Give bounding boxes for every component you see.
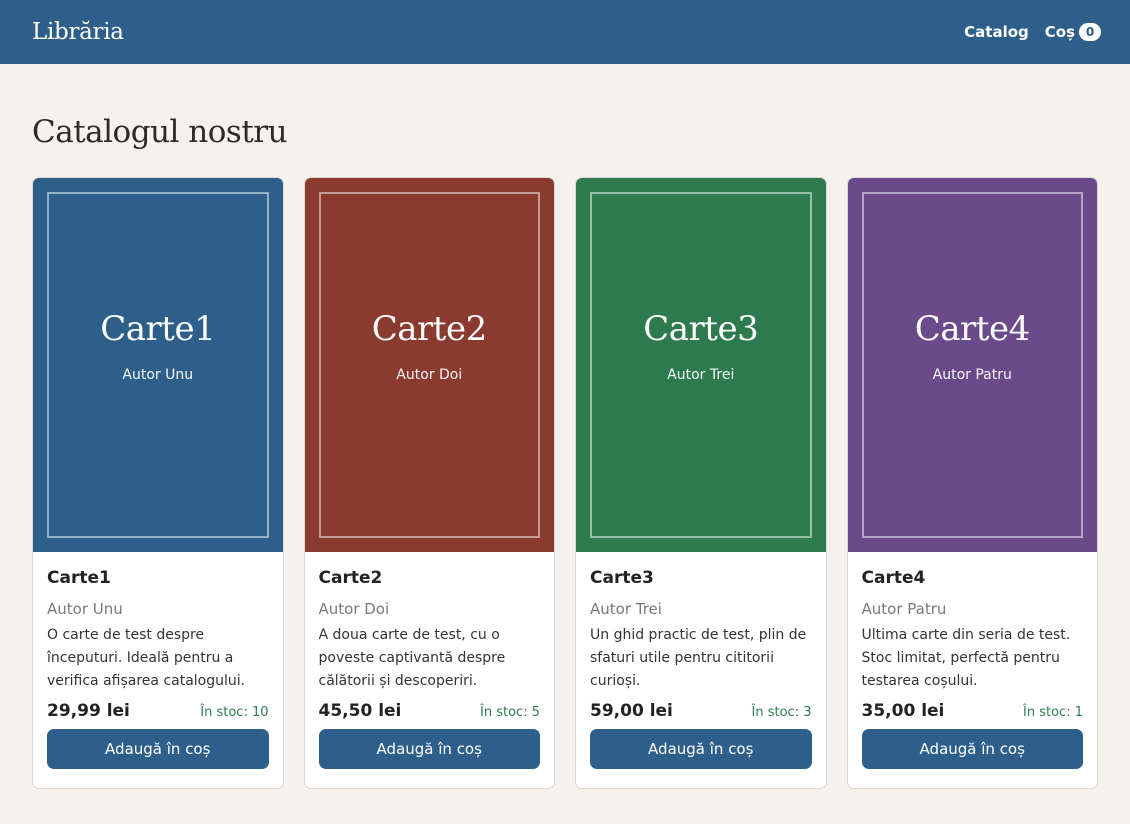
book-description: O carte de test despre începuturi. Ideal… xyxy=(47,627,246,689)
nav-link-cart[interactable]: Coș 0 xyxy=(1045,23,1101,41)
book-info: Carte1 Autor Unu O carte de test despre … xyxy=(33,552,283,788)
nav-link-catalog[interactable]: Catalog xyxy=(964,23,1029,41)
book-author: Autor Unu xyxy=(47,600,123,618)
cover-frame xyxy=(590,192,812,538)
book-description: A doua carte de test, cu o poveste capti… xyxy=(318,627,506,689)
book-cover[interactable]: Carte4 Autor Patru xyxy=(847,178,1097,552)
cover-author: Autor Doi xyxy=(396,367,463,383)
book-title[interactable]: Carte2 xyxy=(319,568,541,588)
book-card: Carte1 Autor Unu Carte1 Autor Unu O cart… xyxy=(32,177,284,789)
book-price: 29,99 lei xyxy=(47,701,130,721)
book-info: Carte3 Autor Trei Un ghid practic de tes… xyxy=(576,552,826,788)
book-cover[interactable]: Carte3 Autor Trei xyxy=(576,178,826,552)
cover-frame xyxy=(861,192,1083,538)
add-to-cart-button[interactable]: Adaugă în coș xyxy=(318,729,540,769)
book-author: Autor Doi xyxy=(318,600,390,618)
price-row: 59,00 lei În stoc: 3 xyxy=(590,701,812,721)
book-info: Carte2 Autor Doi A doua carte de test, c… xyxy=(305,552,555,788)
add-to-cart-button[interactable]: Adaugă în coș xyxy=(47,729,269,769)
book-price: 45,50 lei xyxy=(318,701,402,721)
book-author: Autor Patru xyxy=(861,600,947,618)
book-author: Autor Trei xyxy=(590,600,662,618)
book-card: Carte3 Autor Trei Carte3 Autor Trei Un g… xyxy=(575,177,827,789)
stock-status: În stoc: 5 xyxy=(480,705,540,720)
book-cover[interactable]: Carte2 Autor Doi xyxy=(304,178,554,552)
book-info: Carte4 Autor Patru Ultima carte din seri… xyxy=(848,552,1098,788)
brand-logo[interactable]: Librăria xyxy=(32,19,124,45)
page-title: Catalogul nostru xyxy=(32,114,288,150)
book-price: 59,00 lei xyxy=(590,701,673,721)
cover-author: Autor Unu xyxy=(122,367,194,383)
stock-status: În stoc: 10 xyxy=(200,705,269,720)
book-card: Carte4 Autor Patru Carte4 Autor Patru Ul… xyxy=(846,177,1098,789)
stock-status: În stoc: 3 xyxy=(751,705,812,720)
book-grid: Carte1 Autor Unu Carte1 Autor Unu O cart… xyxy=(32,177,1098,789)
price-row: 45,50 lei În stoc: 5 xyxy=(319,701,541,721)
book-price: 35,00 lei xyxy=(861,701,945,721)
cover-author: Autor Trei xyxy=(667,367,735,383)
add-to-cart-button[interactable]: Adaugă în coș xyxy=(861,729,1083,769)
cover-frame xyxy=(318,192,540,538)
price-row: 35,00 lei În stoc: 1 xyxy=(862,701,1084,721)
book-title[interactable]: Carte4 xyxy=(862,568,1084,588)
main-nav: Catalog Coș 0 xyxy=(964,23,1101,41)
book-title[interactable]: Carte1 xyxy=(47,568,269,588)
price-row: 29,99 lei În stoc: 10 xyxy=(47,701,269,721)
cover-frame xyxy=(47,192,269,538)
book-card: Carte2 Autor Doi Carte2 Autor Doi A doua… xyxy=(303,177,555,789)
book-title[interactable]: Carte3 xyxy=(590,568,812,588)
main-content: Catalogul nostru Carte1 Autor Unu Carte1… xyxy=(0,114,1130,789)
cart-label: Coș xyxy=(1044,23,1075,41)
book-cover[interactable]: Carte1 Autor Unu xyxy=(33,178,283,552)
cover-author: Autor Patru xyxy=(932,367,1012,383)
book-description: Un ghid practic de test, plin de sfaturi… xyxy=(590,627,807,689)
stock-status: În stoc: 1 xyxy=(1023,705,1083,720)
book-description: Ultima carte din seria de test. Stoc lim… xyxy=(861,627,1071,689)
add-to-cart-button[interactable]: Adaugă în coș xyxy=(590,729,812,769)
top-navbar: Librăria Catalog Coș 0 xyxy=(0,0,1130,64)
cart-count-badge: 0 xyxy=(1079,23,1101,41)
